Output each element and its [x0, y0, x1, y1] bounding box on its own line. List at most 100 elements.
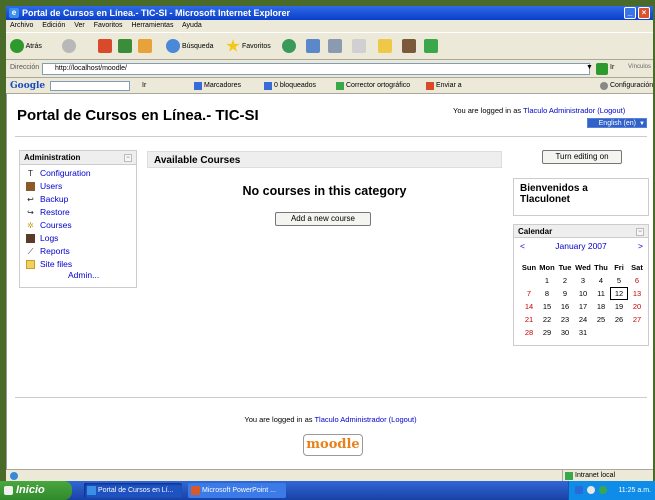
calendar-day[interactable]: 11	[592, 287, 610, 300]
admin-item-site-files[interactable]: Site files	[26, 258, 72, 270]
refresh-button[interactable]	[118, 39, 132, 54]
admin-item-backup[interactable]: ↩ Backup	[26, 193, 68, 205]
search-button[interactable]: Búsqueda	[166, 39, 213, 54]
menu-edicion[interactable]: Edición	[42, 22, 65, 29]
calendar-day[interactable]: 2	[556, 274, 574, 287]
research-button[interactable]	[402, 39, 416, 54]
menu-favoritos[interactable]: Favoritos	[94, 22, 123, 29]
forward-button[interactable]	[62, 39, 76, 54]
calendar-day[interactable]: 22	[538, 313, 556, 326]
edit-button[interactable]	[352, 39, 366, 54]
admin-more-link[interactable]: Admin...	[68, 269, 99, 281]
popup-blocker[interactable]: 0 bloqueados	[264, 78, 316, 94]
menu-ayuda[interactable]: Ayuda	[182, 22, 202, 29]
footer-logout-link[interactable]: (Logout)	[389, 415, 417, 424]
calendar-day[interactable]: 25	[592, 313, 610, 326]
go-arrow-icon[interactable]	[596, 63, 608, 75]
address-input[interactable]: http://localhost/moodle/	[42, 63, 590, 75]
calendar-day-today[interactable]: 12	[610, 287, 628, 300]
tray-icon[interactable]	[599, 486, 607, 494]
footer-user-link[interactable]: Tlaculo Administrador	[314, 415, 386, 424]
available-courses-heading: Available Courses	[147, 151, 502, 168]
go-label[interactable]: Ir	[610, 64, 614, 71]
calendar-heading-text: Calendar	[518, 227, 553, 236]
stop-button[interactable]	[98, 39, 112, 54]
admin-item-restore[interactable]: ↪ Restore	[26, 206, 70, 218]
back-button[interactable]: Atrás	[10, 39, 42, 54]
calendar-day[interactable]: 9	[556, 287, 574, 300]
admin-item-reports[interactable]: ⟋ Reports	[26, 245, 70, 257]
task-label: Microsoft PowerPoint ...	[202, 487, 276, 494]
calendar-day[interactable]: 19	[610, 300, 628, 313]
calendar-day[interactable]: 7	[520, 287, 538, 300]
admin-item-configuration[interactable]: T Configuration	[26, 167, 91, 179]
mail-button[interactable]	[306, 39, 320, 54]
calendar-day[interactable]: 17	[574, 300, 592, 313]
add-course-button[interactable]: Add a new course	[275, 212, 371, 226]
calendar-day[interactable]: 23	[556, 313, 574, 326]
calendar-day[interactable]: 1	[538, 274, 556, 287]
collapse-icon[interactable]: −	[124, 154, 132, 162]
task-powerpoint[interactable]: Microsoft PowerPoint ...	[188, 483, 286, 498]
logout-link[interactable]: (Logout)	[597, 106, 625, 115]
admin-heading-text: Administration	[24, 153, 81, 162]
menu-ver[interactable]: Ver	[74, 22, 85, 29]
links-label[interactable]: Vínculos	[628, 64, 651, 70]
folder-button[interactable]	[378, 39, 392, 54]
history-icon	[282, 39, 296, 53]
google-search-input[interactable]	[50, 81, 130, 91]
messenger-button[interactable]	[424, 39, 438, 54]
calendar-day[interactable]: 3	[574, 274, 592, 287]
language-select[interactable]: English (en) ▼	[587, 118, 647, 128]
close-button[interactable]: ×	[638, 7, 650, 19]
calendar-day[interactable]: 29	[538, 326, 556, 339]
menu-herramientas[interactable]: Herramientas	[131, 22, 173, 29]
calendar-day[interactable]: 30	[556, 326, 574, 339]
user-link[interactable]: Tlaculo Administrador	[523, 106, 595, 115]
collapse-icon[interactable]: −	[636, 228, 644, 236]
next-month-link[interactable]: >	[638, 239, 643, 253]
start-button[interactable]: Inicio	[0, 481, 72, 500]
send-to-button[interactable]: Enviar a	[426, 78, 462, 94]
page-done-icon	[10, 472, 18, 480]
calendar-day[interactable]: 20	[628, 300, 646, 313]
home-button[interactable]	[138, 39, 152, 54]
google-logo[interactable]: Google	[10, 78, 45, 94]
calendar-day[interactable]: 15	[538, 300, 556, 313]
bookmarks-menu[interactable]: Marcadores	[194, 78, 241, 94]
calendar-day[interactable]: 4	[592, 274, 610, 287]
favorites-button[interactable]: Favoritos	[226, 39, 271, 54]
calendar-day[interactable]: 10	[574, 287, 592, 300]
print-button[interactable]	[328, 39, 342, 54]
calendar-day[interactable]: 13	[628, 287, 646, 300]
spellcheck-button[interactable]: Corrector ortográfico	[336, 78, 410, 94]
google-go[interactable]: Ir	[142, 78, 146, 94]
moodle-logo[interactable]: moodle	[303, 434, 363, 456]
minimize-button[interactable]: _	[624, 7, 636, 19]
calendar-day[interactable]: 16	[556, 300, 574, 313]
address-dropdown-icon[interactable]: ▼	[586, 64, 594, 74]
settings-button[interactable]: Configuración	[600, 78, 653, 94]
calendar-day[interactable]: 6	[628, 274, 646, 287]
calendar-day[interactable]: 8	[538, 287, 556, 300]
turn-editing-button[interactable]: Turn editing on	[542, 150, 622, 164]
calendar-day[interactable]: 14	[520, 300, 538, 313]
menu-archivo[interactable]: Archivo	[10, 22, 33, 29]
history-button[interactable]	[282, 39, 296, 54]
clock: 11:25 a.m.	[618, 487, 651, 494]
calendar-day[interactable]: 27	[628, 313, 646, 326]
task-ie-window[interactable]: Portal de Cursos en Lí...	[84, 483, 182, 498]
calendar-day[interactable]: 26	[610, 313, 628, 326]
admin-item-users[interactable]: Users	[26, 180, 62, 192]
calendar-day[interactable]: 21	[520, 313, 538, 326]
tray-icon[interactable]	[587, 486, 595, 494]
calendar-day[interactable]: 31	[574, 326, 592, 339]
calendar-day[interactable]: 24	[574, 313, 592, 326]
calendar-day[interactable]: 28	[520, 326, 538, 339]
month-link[interactable]: January 2007	[514, 239, 648, 253]
calendar-day[interactable]: 18	[592, 300, 610, 313]
admin-item-courses[interactable]: ✲ Courses	[26, 219, 72, 231]
language-icon[interactable]	[575, 486, 583, 494]
calendar-day[interactable]: 5	[610, 274, 628, 287]
admin-item-logs[interactable]: Logs	[26, 232, 58, 244]
